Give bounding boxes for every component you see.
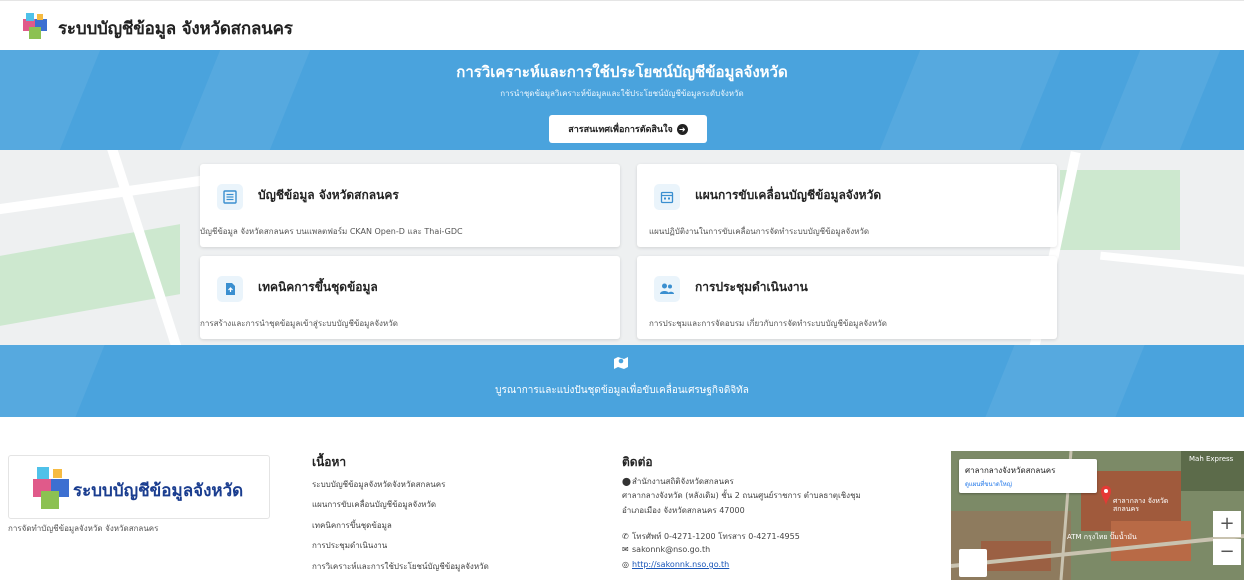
logo-cube-icon <box>33 467 69 509</box>
top-header: ระบบบัญชีข้อมูล จังหวัดสกลนคร <box>0 0 1244 50</box>
contact-address: ⬤สำนักงานสถิติจังหวัดสกลนคร <box>622 475 734 488</box>
card-description: การประชุมและการจัดอบรม เกี่ยวกับการจัดทำ… <box>649 319 887 328</box>
calendar-icon <box>654 184 680 210</box>
footer-link[interactable]: ระบบบัญชีข้อมูลจังหวัดจังหวัดสกลนคร <box>312 478 445 491</box>
card-title: เทคนิคการขึ้นชุดข้อมูล <box>258 280 378 294</box>
card-title: บัญชีข้อมูล จังหวัดสกลนคร <box>258 188 399 202</box>
contact-phone: ✆ โทรศัพท์ 0-4271-1200 โทรสาร 0-4271-4955 <box>622 530 800 543</box>
integration-banner: บูรณาการและแบ่งปันชุดข้อมูลเพื่อขับเคลื่… <box>0 345 1244 417</box>
footer-link[interactable]: การประชุมดำเนินงาน <box>312 539 387 552</box>
website-link[interactable]: http://sakonnk.nso.go.th <box>632 560 729 569</box>
content-heading: เนื้อหา <box>312 455 347 469</box>
file-upload-icon <box>217 276 243 302</box>
list-icon <box>217 184 243 210</box>
address-line-3: อำเภอเมือง จังหวัดสกลนคร 47000 <box>622 506 745 515</box>
map-label-express: Mah Express <box>1189 455 1234 463</box>
hero-section: การวิเคราะห์และการใช้ประโยชน์บัญชีข้อมูล… <box>0 50 1244 150</box>
map-view-larger-link[interactable]: ดูแผนที่ขนาดใหญ่ <box>965 479 1012 489</box>
envelope-icon: ✉ <box>622 545 629 554</box>
footer-link[interactable]: การวิเคราะห์และการใช้ประโยชน์บัญชีข้อมูล… <box>312 560 489 573</box>
users-icon <box>654 276 680 302</box>
card-meetings[interactable]: การประชุมดำเนินงาน การประชุมและการจัดอบร… <box>637 256 1057 339</box>
address-line-2: ศาลากลางจังหวัด (หลังเดิม) ชั้น 2 ถนนศูน… <box>622 491 861 500</box>
zoom-in-button[interactable]: + <box>1213 511 1241 537</box>
map-label-hall: ศาลากลาง จังหวัดสกลนคร <box>1113 497 1169 513</box>
site-title[interactable]: ระบบบัญชีข้อมูล จังหวัดสกลนคร <box>58 15 293 42</box>
card-description: บัญชีข้อมูล จังหวัดสกลนคร บนแพลตฟอร์ม CK… <box>200 227 463 236</box>
card-data-catalog[interactable]: บัญชีข้อมูล จังหวัดสกลนคร บัญชีข้อมูล จั… <box>200 164 620 247</box>
hero-title: การวิเคราะห์และการใช้ประโยชน์บัญชีข้อมูล… <box>456 63 788 81</box>
decision-info-button-label: สารสนเทศเพื่อการตัดสินใจ <box>568 125 673 135</box>
contact-website[interactable]: ◎ http://sakonnk.nso.go.th <box>622 560 729 569</box>
arrow-right-circle-icon: ➜ <box>676 123 688 135</box>
footer: ระบบบัญชีข้อมูลจังหวัด การจัดทำบัญชีข้อม… <box>0 417 1244 580</box>
card-drive-plan[interactable]: แผนการขับเคลื่อนบัญชีข้อมูลจังหวัด แผนปฏ… <box>637 164 1057 247</box>
banner-text: บูรณาการและแบ่งปันชุดข้อมูลเพื่อขับเคลื่… <box>495 385 749 396</box>
map-label-atm: ATM กรุงไทย ปั๊มน้ำมัน <box>1067 533 1137 541</box>
map-background: บัญชีข้อมูล จังหวัดสกลนคร บัญชีข้อมูล จั… <box>0 150 1244 345</box>
logo-cube-icon[interactable] <box>20 11 50 41</box>
phone-text: โทรศัพท์ 0-4271-1200 โทรสาร 0-4271-4955 <box>632 532 800 541</box>
footer-logo-text: ระบบบัญชีข้อมูลจังหวัด <box>73 481 244 501</box>
card-title: การประชุมดำเนินงาน <box>695 280 808 294</box>
card-upload-technique[interactable]: เทคนิคการขึ้นชุดข้อมูล การสร้างและการนำช… <box>200 256 620 339</box>
card-title: แผนการขับเคลื่อนบัญชีข้อมูลจังหวัด <box>695 188 882 202</box>
map-marked-icon <box>614 357 628 369</box>
card-description: การสร้างและการนำชุดข้อมูลเข้าสู่ระบบบัญช… <box>200 319 398 328</box>
footer-link[interactable]: เทคนิคการขึ้นชุดข้อมูล <box>312 519 392 532</box>
footer-tagline: การจัดทำบัญชีข้อมูลจังหวัด จังหวัดสกลนคร <box>8 524 159 533</box>
map-pin-icon: ⬤ <box>622 477 631 486</box>
card-description: แผนปฏิบัติงานในการขับเคลื่อนการจัดทำระบบ… <box>649 227 870 236</box>
map-place-name: ศาลากลางจังหวัดสกลนคร <box>965 466 1056 475</box>
map-place-card: ศาลากลางจังหวัดสกลนคร ดูแผนที่ขนาดใหญ่ <box>959 459 1097 493</box>
footer-link[interactable]: แผนการขับเคลื่อนบัญชีข้อมูลจังหวัด <box>312 498 436 511</box>
street-view-button[interactable] <box>959 549 987 577</box>
address-line-1: สำนักงานสถิติจังหวัดสกลนคร <box>632 477 734 486</box>
zoom-out-button[interactable]: − <box>1213 539 1241 565</box>
phone-icon: ✆ <box>622 532 629 541</box>
footer-logo[interactable]: ระบบบัญชีข้อมูลจังหวัด <box>8 455 270 519</box>
decision-info-button[interactable]: สารสนเทศเพื่อการตัดสินใจ ➜ <box>549 115 707 143</box>
contact-email[interactable]: ✉ sakonnk@nso.go.th <box>622 545 710 554</box>
hero-subtitle: การนำชุดข้อมูลวิเคราะห์ข้อมูลและใช้ประโย… <box>500 89 744 98</box>
globe-icon: ◎ <box>622 560 629 569</box>
email-text: sakonnk@nso.go.th <box>632 545 711 554</box>
contact-heading: ติดต่อ <box>622 455 653 469</box>
embedded-map[interactable]: Mah Express ศาลากลาง จังหวัดสกลนคร ATM ก… <box>951 451 1244 580</box>
